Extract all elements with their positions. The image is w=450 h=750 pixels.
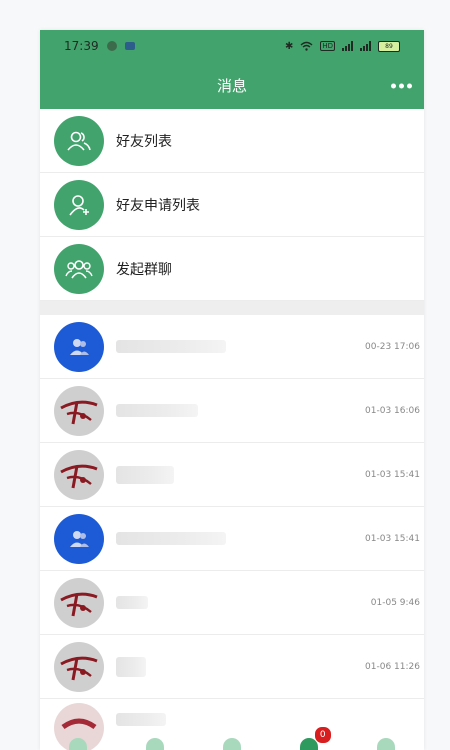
unread-badge: 0 — [313, 726, 332, 744]
more-button[interactable] — [391, 83, 412, 88]
more-dot-icon — [407, 83, 412, 88]
status-time: 17:39 — [64, 39, 99, 53]
message-icon[interactable]: 0 — [299, 726, 332, 750]
logo-avatar-icon — [54, 449, 104, 500]
app-notification-icon — [124, 42, 135, 50]
blurred-contact-name — [116, 656, 146, 677]
hd-badge: HD — [320, 41, 335, 51]
cube-icon[interactable] — [146, 738, 165, 750]
app-header: 消息 — [40, 62, 424, 109]
chat-time: 01-05 9:46 — [370, 597, 420, 608]
menu-label: 好友申请列表 — [116, 197, 200, 214]
more-dot-icon — [399, 83, 404, 88]
chat-time: 00-23 17:06 — [365, 341, 420, 352]
menu-item-friend-requests[interactable]: 好友申请列表 — [40, 173, 424, 237]
menu-label: 发起群聊 — [116, 261, 172, 278]
notification-icon — [106, 41, 117, 51]
signal-icon-1 — [342, 41, 353, 51]
chat-list-item-partial[interactable] — [40, 699, 424, 750]
chat-time: 01-03 16:06 — [365, 405, 420, 416]
add-friend-icon — [54, 179, 104, 230]
profile-icon[interactable] — [376, 738, 395, 750]
chat-list-item[interactable]: 01-06 11:26 — [40, 635, 424, 699]
blurred-contact-name — [116, 532, 226, 545]
page-title: 消息 — [216, 77, 247, 95]
battery-icon: 89 — [378, 40, 400, 52]
chat-list-item[interactable]: 01-03 15:41 — [40, 443, 424, 507]
location-icon[interactable] — [222, 738, 241, 750]
wifi-icon — [300, 41, 313, 51]
phone-screen: 17:39 ✱ HD 89 消息 好友列表 好友申请列表 发起群聊 00-23 … — [40, 30, 424, 750]
blurred-contact-name — [116, 340, 226, 353]
group-avatar-icon — [54, 513, 104, 564]
chat-time: 01-06 11:26 — [365, 661, 420, 672]
chat-time: 01-03 15:41 — [365, 533, 420, 544]
more-dot-icon — [391, 83, 396, 88]
group-avatar-icon — [54, 321, 104, 372]
group-chat-icon — [54, 243, 104, 294]
chat-time: 01-03 15:41 — [365, 469, 420, 480]
bluetooth-icon: ✱ — [284, 40, 294, 52]
logo-avatar-icon — [54, 577, 104, 628]
chat-list-item[interactable]: 01-03 16:06 — [40, 379, 424, 443]
signal-icon-2 — [360, 41, 371, 51]
blurred-contact-name — [116, 713, 166, 726]
menu-label: 好友列表 — [116, 133, 172, 150]
blurred-contact-name — [116, 596, 148, 609]
status-bar: 17:39 ✱ HD 89 — [40, 30, 424, 62]
home-icon[interactable] — [69, 738, 88, 750]
logo-avatar-icon — [54, 385, 104, 436]
section-divider — [40, 301, 424, 315]
logo-avatar-icon — [54, 641, 104, 692]
blurred-contact-name — [116, 465, 174, 484]
chat-list-item[interactable]: 01-03 15:41 — [40, 507, 424, 571]
chat-list-item[interactable]: 00-23 17:06 — [40, 315, 424, 379]
bottom-tab-bar: 0 — [40, 726, 424, 750]
blurred-contact-name — [116, 404, 198, 417]
chat-list-item[interactable]: 01-05 9:46 — [40, 571, 424, 635]
menu-item-friend-list[interactable]: 好友列表 — [40, 109, 424, 173]
friends-icon — [54, 115, 104, 166]
menu-item-start-group-chat[interactable]: 发起群聊 — [40, 237, 424, 301]
